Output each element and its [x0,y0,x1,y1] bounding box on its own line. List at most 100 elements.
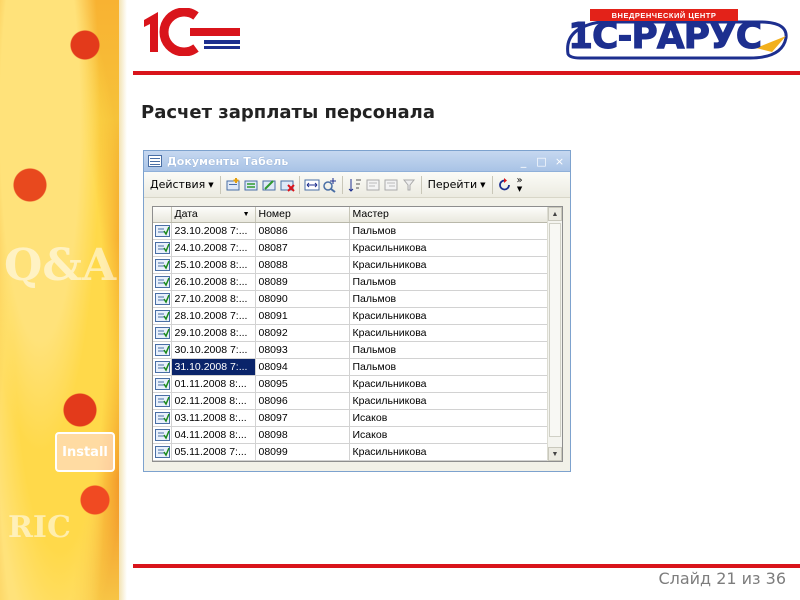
actions-menu-button[interactable]: Действия ▼ [147,178,217,191]
cell-number[interactable]: 08086 [255,222,350,240]
scroll-down-button[interactable]: ▼ [548,447,562,461]
cell-master[interactable]: Пальмов [349,273,548,291]
hierarchy-icon[interactable] [382,176,400,194]
close-button[interactable]: × [552,154,567,168]
posted-document-icon [155,326,170,339]
chevron-down-icon: ▼ [480,180,486,189]
filter-icon[interactable] [364,176,382,194]
vertical-scrollbar[interactable]: ▲ ▼ [547,207,562,461]
cell-master[interactable]: Красильникова [349,307,548,325]
cell-number[interactable]: 08090 [255,290,350,308]
cell-master[interactable]: Красильникова [349,443,548,461]
column-header-number[interactable]: Номер [255,207,350,223]
minimize-button[interactable]: _ [516,154,531,168]
table-row[interactable]: 04.11.2008 8:... 08098 Исаков [153,426,548,444]
decor-q-and-a: Q&A [4,240,117,291]
cell-master[interactable]: Красильникова [349,392,548,410]
add-document-icon[interactable] [224,176,242,194]
cell-master[interactable]: Исаков [349,409,548,427]
cell-master[interactable]: Пальмов [349,358,548,376]
table-row[interactable]: 27.10.2008 8:... 08090 Пальмов [153,290,548,308]
cell-number[interactable]: 08098 [255,426,350,444]
page-title: Расчет зарплаты персонала [141,102,435,123]
cell-number[interactable]: 08099 [255,443,350,461]
cell-date[interactable]: 31.10.2008 7:... [171,358,256,376]
edit-document-icon[interactable] [260,176,278,194]
copy-document-icon[interactable] [242,176,260,194]
row-icon-cell [153,239,172,257]
cell-number[interactable]: 08097 [255,409,350,427]
cell-number[interactable]: 08089 [255,273,350,291]
chevron-down-icon: ▼ [516,184,523,193]
toolbar-overflow-button[interactable]: » ▼ [514,175,526,194]
header-rule [133,71,800,75]
table-row[interactable]: 26.10.2008 8:... 08089 Пальмов [153,273,548,291]
goto-menu-label: Перейти [427,178,478,191]
delete-document-icon[interactable] [278,176,296,194]
cell-date[interactable]: 05.11.2008 7:... [171,443,256,461]
cell-date[interactable]: 26.10.2008 8:... [171,273,256,291]
cell-date[interactable]: 03.11.2008 8:... [171,409,256,427]
search-icon[interactable] [321,176,339,194]
row-icon-cell [153,409,172,427]
table-row[interactable]: 01.11.2008 8:... 08095 Красильникова [153,375,548,393]
refresh-icon[interactable] [496,176,514,194]
table-row[interactable]: 24.10.2008 7:... 08087 Красильникова [153,239,548,257]
sort-icon[interactable] [346,176,364,194]
table-row[interactable]: 28.10.2008 7:... 08091 Красильникова [153,307,548,325]
cell-date[interactable]: 04.11.2008 8:... [171,426,256,444]
cell-date[interactable]: 30.10.2008 7:... [171,341,256,359]
document-list-icon [148,155,162,167]
cell-number[interactable]: 08088 [255,256,350,274]
cell-number[interactable]: 08092 [255,324,350,342]
cell-master[interactable]: Пальмов [349,341,548,359]
slide-number: Слайд 21 из 36 [658,569,786,588]
filter-clear-icon[interactable] [400,176,418,194]
cell-master[interactable]: Красильникова [349,239,548,257]
scroll-up-button[interactable]: ▲ [548,207,562,221]
cell-master[interactable]: Пальмов [349,290,548,308]
cell-date[interactable]: 28.10.2008 7:... [171,307,256,325]
actions-menu-label: Действия [150,178,206,191]
documents-table: Дата ▼ Номер Мастер 23.10.2008 7:... 08086… [153,207,548,461]
cell-master[interactable]: Исаков [349,426,548,444]
cell-date[interactable]: 02.11.2008 8:... [171,392,256,410]
cell-number[interactable]: 08094 [255,358,350,376]
cell-number[interactable]: 08096 [255,392,350,410]
posted-document-icon [155,428,170,441]
scrollbar-thumb[interactable] [549,223,561,437]
cell-master[interactable]: Пальмов [349,222,548,240]
table-row[interactable]: 31.10.2008 7:... 08094 Пальмов [153,358,548,376]
cell-date[interactable]: 24.10.2008 7:... [171,239,256,257]
maximize-button[interactable]: □ [534,154,549,168]
table-row[interactable]: 30.10.2008 7:... 08093 Пальмов [153,341,548,359]
row-icon-cell [153,222,172,240]
cell-master[interactable]: Красильникова [349,324,548,342]
table-row[interactable]: 25.10.2008 8:... 08088 Красильникова [153,256,548,274]
cell-master[interactable]: Красильникова [349,256,548,274]
cell-number[interactable]: 08093 [255,341,350,359]
posted-document-icon [155,411,170,424]
interval-icon[interactable] [303,176,321,194]
column-header-date[interactable]: Дата ▼ [171,207,256,223]
table-row[interactable]: 29.10.2008 8:... 08092 Красильникова [153,324,548,342]
cell-date[interactable]: 01.11.2008 8:... [171,375,256,393]
row-icon-cell [153,273,172,291]
cell-date[interactable]: 23.10.2008 7:... [171,222,256,240]
cell-date[interactable]: 29.10.2008 8:... [171,324,256,342]
window-titlebar[interactable]: Документы Табель _ □ × [144,151,570,172]
rarus-logo-text: 1С-РАРУС [567,16,762,58]
cell-number[interactable]: 08087 [255,239,350,257]
cell-date[interactable]: 25.10.2008 8:... [171,256,256,274]
cell-date[interactable]: 27.10.2008 8:... [171,290,256,308]
column-header-master[interactable]: Мастер [349,207,548,223]
table-row[interactable]: 03.11.2008 8:... 08097 Исаков [153,409,548,427]
table-row[interactable]: 05.11.2008 7:... 08099 Красильникова [153,443,548,461]
cell-number[interactable]: 08095 [255,375,350,393]
table-row[interactable]: 23.10.2008 7:... 08086 Пальмов [153,222,548,240]
cell-master[interactable]: Красильникова [349,375,548,393]
cell-number[interactable]: 08091 [255,307,350,325]
table-row[interactable]: 02.11.2008 8:... 08096 Красильникова [153,392,548,410]
toolbar-divider [219,175,221,194]
goto-menu-button[interactable]: Перейти ▼ [425,178,489,191]
